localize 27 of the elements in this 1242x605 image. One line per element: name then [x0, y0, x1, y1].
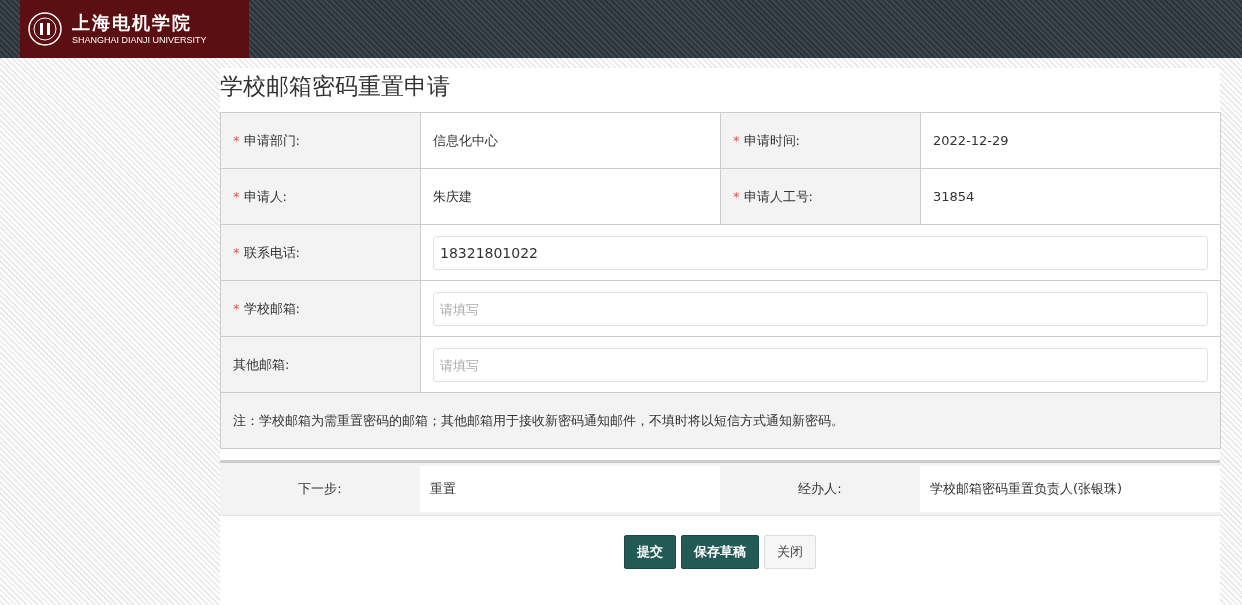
next-step-label: 下一步: — [297, 480, 343, 498]
logo-chinese-name: 上海电机学院 — [72, 12, 193, 34]
field-label: * 申请人工号: — [721, 169, 921, 225]
field-label: * 联系电话: — [221, 225, 421, 281]
field-label: * 学校邮箱: — [221, 281, 421, 337]
field-label: * 申请人: — [221, 169, 421, 225]
university-logo[interactable]: 上海电机学院 SHANGHAI DIANJI UNIVERSITY — [20, 0, 249, 58]
action-button[interactable]: 保存草稿 — [681, 535, 759, 569]
close-button[interactable]: 关闭 — [764, 535, 816, 569]
logo-english-name: SHANGHAI DIANJI UNIVERSITY — [72, 34, 207, 46]
field-label: 其他邮箱: — [221, 337, 421, 393]
input-field[interactable]: 18321801022 — [433, 235, 1208, 270]
field-value: 31854 — [933, 189, 975, 204]
field-label: * 申请时间: — [721, 113, 921, 169]
seal-emblem-icon — [28, 12, 62, 46]
field-value: 朱庆建 — [433, 187, 472, 206]
input-field[interactable]: 请填写 — [433, 291, 1208, 326]
handler-label: 经办人: — [797, 480, 843, 498]
action-button[interactable]: 提交 — [624, 535, 676, 569]
field-value: 2022-12-29 — [933, 133, 1009, 148]
field-value: 信息化中心 — [433, 131, 498, 150]
handler-value: 学校邮箱密码重置负责人(张银珠) — [920, 466, 1220, 512]
field-label: * 申请部门: — [221, 113, 421, 169]
next-step-value: 重置 — [420, 466, 720, 512]
form-title: 学校邮箱密码重置申请 — [220, 72, 451, 101]
note-text: 注：学校邮箱为需重置密码的邮箱；其他邮箱用于接收新密码通知邮件，不填时将以短信方式通知新密码。 — [221, 393, 1221, 449]
input-field[interactable]: 请填写 — [433, 347, 1208, 382]
